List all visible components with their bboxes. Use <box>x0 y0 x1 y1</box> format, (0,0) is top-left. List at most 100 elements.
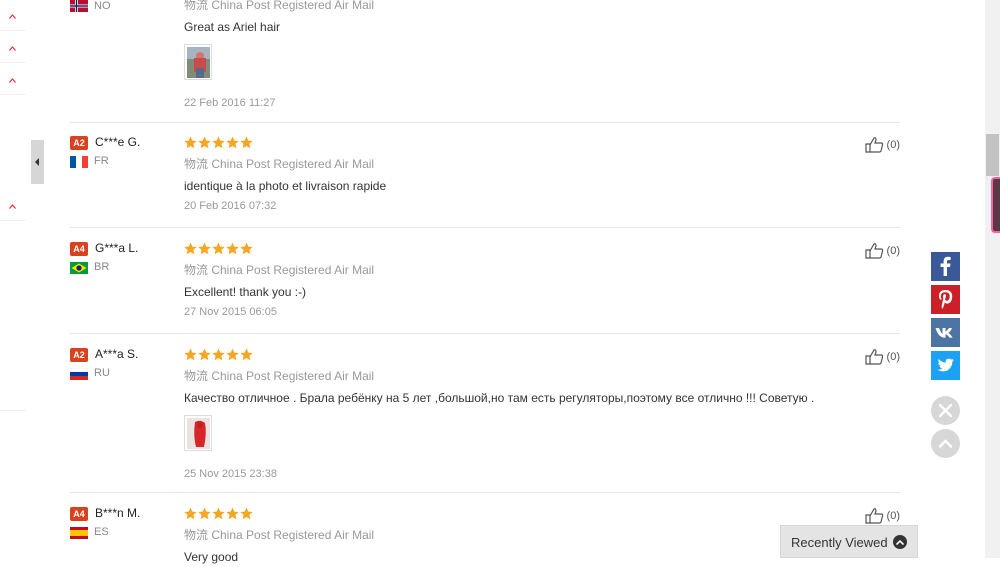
reviewer-country: RU <box>94 367 110 379</box>
review-content: 物流 China Post Registered Air Mail Качест… <box>184 348 864 480</box>
close-icon <box>938 403 953 418</box>
recently-viewed-label: Recently Viewed <box>791 535 888 550</box>
close-share-button[interactable] <box>931 396 960 425</box>
star-icon <box>198 507 211 520</box>
helpful-button[interactable]: (0) <box>864 507 900 524</box>
buyer-level-badge: A2 <box>70 136 88 150</box>
review-item: A4 G***a L. BR 物流 China Post Registered … <box>70 241 900 334</box>
review-content: 物流 China Post Registered Air Mail Excell… <box>184 242 864 318</box>
caret-up-icon[interactable] <box>0 70 26 95</box>
helpful-count: (0) <box>886 350 900 363</box>
review-photo[interactable] <box>184 44 213 81</box>
star-icon <box>226 348 239 361</box>
review-date: 27 Nov 2015 06:05 <box>184 306 277 318</box>
page-scrollbar[interactable] <box>985 0 1000 558</box>
review-content: 物流 China Post Registered Air Mail identi… <box>184 136 864 212</box>
buyer-level-badge: A2 <box>70 348 88 362</box>
review-content: 物流 China Post Registered Air Mail Very g… <box>184 507 864 564</box>
thumbs-up-icon <box>864 137 883 153</box>
chevron-left-icon <box>35 158 39 166</box>
caret-up-icon[interactable] <box>0 196 26 221</box>
collapse-panel-button[interactable] <box>31 140 44 184</box>
review-text: Excellent! thank you :-) <box>184 285 307 299</box>
star-icon <box>240 242 253 255</box>
flag-no-icon <box>70 0 88 12</box>
left-rail <box>0 0 26 558</box>
star-icon <box>240 507 253 520</box>
reviewer-country: ES <box>94 526 109 538</box>
review-date: 25 Nov 2015 23:38 <box>184 468 277 480</box>
reviewer-country: NO <box>94 0 111 12</box>
star-rating <box>184 507 864 521</box>
star-rating <box>184 348 864 362</box>
review-text: Качество отличное . Брала ребёнку на 5 л… <box>184 391 815 405</box>
back-to-top-button[interactable] <box>931 429 960 458</box>
star-icon <box>184 507 197 520</box>
share-vk-button[interactable] <box>931 318 960 347</box>
star-rating <box>184 242 864 256</box>
helpful-count: (0) <box>886 138 900 151</box>
star-icon <box>212 507 225 520</box>
helpful-button[interactable]: (0) <box>864 136 900 153</box>
review-content: 物流 China Post Registered Air Mail Great … <box>184 0 864 109</box>
shipping-method: 物流 China Post Registered Air Mail <box>184 157 375 171</box>
star-icon <box>184 348 197 361</box>
helpful-button[interactable]: (0) <box>864 242 900 259</box>
star-icon <box>212 136 225 149</box>
chevron-up-icon <box>938 439 953 448</box>
helpful-count: (0) <box>886 509 900 522</box>
shipping-method: 物流 China Post Registered Air Mail <box>184 528 375 542</box>
share-facebook-button[interactable] <box>931 252 960 281</box>
star-icon <box>226 507 239 520</box>
thumbs-up-icon <box>864 349 883 365</box>
review-photo[interactable] <box>184 415 213 452</box>
flag-ru-icon <box>70 368 88 380</box>
flag-fr-icon <box>70 156 88 168</box>
review-item: A2 A***a S. RU 物流 China Post Registered … <box>70 347 900 493</box>
vk-icon <box>935 328 953 338</box>
buyer-level-badge: A4 <box>70 507 88 521</box>
review-text: Great as Ariel hair <box>184 20 281 34</box>
star-icon <box>198 136 211 149</box>
shipping-method: 物流 China Post Registered Air Mail <box>184 0 375 12</box>
star-icon <box>226 242 239 255</box>
pinterest-icon <box>939 290 953 309</box>
review-text: identique à la photo et livraison rapide <box>184 179 387 193</box>
star-rating <box>184 136 864 150</box>
reviewer-name: G***a L. <box>95 241 139 255</box>
star-icon <box>226 136 239 149</box>
flag-es-icon <box>70 527 88 539</box>
review-date: 22 Feb 2016 11:27 <box>184 97 276 109</box>
share-twitter-button[interactable] <box>931 351 960 380</box>
review-text: Very good <box>184 550 239 564</box>
twitter-icon <box>937 358 954 372</box>
buyer-level-badge: A4 <box>70 242 88 256</box>
thumbs-up-icon <box>864 508 883 524</box>
chevron-up-icon <box>893 535 907 549</box>
caret-up-icon[interactable] <box>0 6 26 31</box>
review-item: A4 B***n M. ES 物流 China Post Registered … <box>70 506 900 567</box>
reviewer-country: BR <box>94 261 110 273</box>
review-item: NO 物流 China Post Registered Air Mail Gre… <box>70 0 900 123</box>
reviewer-country: FR <box>94 155 109 167</box>
star-icon <box>240 136 253 149</box>
side-widget-tab[interactable] <box>991 177 1000 233</box>
helpful-button[interactable]: (0) <box>864 348 900 365</box>
star-icon <box>212 348 225 361</box>
share-pinterest-button[interactable] <box>931 285 960 314</box>
caret-up-icon[interactable] <box>0 38 26 63</box>
reviewer-name: C***e G. <box>95 135 141 149</box>
shipping-method: 物流 China Post Registered Air Mail <box>184 369 375 383</box>
reviewer-name: B***n M. <box>95 506 141 520</box>
scrollbar-thumb[interactable] <box>986 134 999 176</box>
reviewer-name: A***a S. <box>95 347 139 361</box>
star-icon <box>212 242 225 255</box>
rail-divider <box>0 410 26 411</box>
star-icon <box>184 136 197 149</box>
flag-br-icon <box>70 262 88 274</box>
star-icon <box>198 348 211 361</box>
star-icon <box>198 242 211 255</box>
star-icon <box>240 348 253 361</box>
thumbs-up-icon <box>864 243 883 259</box>
recently-viewed-button[interactable]: Recently Viewed <box>780 525 918 558</box>
